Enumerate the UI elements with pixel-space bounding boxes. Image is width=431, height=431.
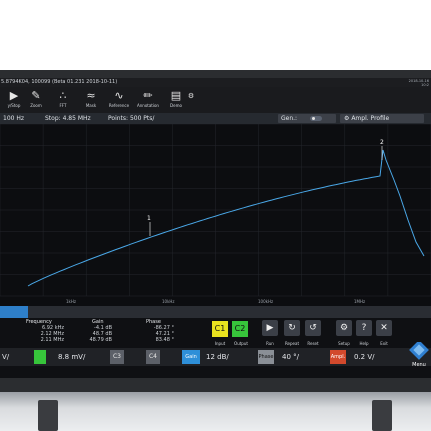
svg-text:Menu: Menu [412, 362, 426, 368]
reset-label: Reset [307, 341, 319, 346]
exit-button[interactable]: ✕ [376, 320, 392, 336]
marker-2-label: 2 [380, 139, 384, 146]
help-button[interactable]: ? [356, 320, 372, 336]
marker-result-table: Frequency Gain Phase 6.92 kHz -4.1 dB -8… [0, 318, 200, 352]
reference-button[interactable]: ∿ Reference [105, 89, 133, 111]
gear-icon: ⚙ [339, 323, 349, 333]
x-tick-label: 10kHz [162, 299, 175, 304]
result-panel-header [0, 306, 431, 318]
input-label: Input [214, 341, 226, 346]
ch2-scale[interactable]: 8.8 mV/ [58, 348, 85, 366]
setup-button[interactable]: ⚙ [336, 320, 352, 336]
fft-icon: ∴ [59, 89, 67, 102]
table-cell: 83.48 ° [155, 337, 174, 343]
c4-button[interactable]: C4 [146, 350, 160, 364]
pen-icon: ✏ [143, 89, 153, 102]
amplitude-profile-button[interactable]: ⚙ Ampl. Profile [340, 114, 424, 123]
datetime: 2018-10-16 10:2 [408, 79, 429, 87]
title-bar: 5.8794K04, 100099 (Beta 01.231 2018-10-1… [0, 78, 431, 87]
zoom-icon: ✎ [31, 89, 41, 102]
repeat-label: Repeat [284, 341, 300, 346]
input-channel-c1[interactable]: C1 [212, 321, 228, 337]
fft-button[interactable]: ∴ FFT [49, 89, 77, 111]
toolbar: ▶ y/Stop ✎ Zoom ∴ FFT ≈ Mask ∿ Reference… [0, 87, 431, 113]
repeat-button[interactable]: ↻ [284, 320, 300, 336]
x-tick-label: 100kHz [258, 299, 273, 304]
mask-button[interactable]: ≈ Mask [77, 89, 105, 111]
instrument-stand [0, 392, 431, 431]
zoom-button[interactable]: ✎ Zoom [22, 89, 50, 111]
bode-plot: 1 2 1kHz 10kHz 100kHz 1MHz [0, 123, 431, 306]
setup-label: Setup [338, 341, 350, 346]
run-button[interactable]: ▶ [262, 320, 278, 336]
output-channel-c2[interactable]: C2 [232, 321, 248, 337]
mask-icon: ≈ [86, 89, 96, 102]
table-cell: 2.11 MHz [40, 337, 64, 343]
more-button[interactable]: ⚙ [185, 89, 197, 111]
firmware-title: 5.8794K04, 100099 (Beta 01.231 2018-10-1… [1, 79, 118, 85]
repeat-icon: ↻ [288, 323, 296, 333]
channel-bar: V/ 8.8 mV/ C3 C4 Gain 12 dB/ Phase 40 °/… [0, 348, 431, 366]
phase-badge[interactable]: Phase [258, 350, 274, 364]
help-icon: ? [361, 323, 367, 333]
result-panel-tab[interactable] [0, 306, 28, 318]
ch1-scale[interactable]: V/ [2, 348, 9, 366]
sweep-info-bar: 100 Hz Stop: 4.85 MHz Points: 500 Pts/ G… [0, 113, 431, 124]
reset-icon: ↺ [309, 323, 317, 333]
ampl-scale[interactable]: 0.2 V/ [354, 348, 375, 366]
stop-frequency[interactable]: Stop: 4.85 MHz [45, 113, 91, 124]
c3-button[interactable]: C3 [110, 350, 124, 364]
toggle-switch-icon [310, 116, 322, 121]
marker-1-label: 1 [147, 215, 151, 222]
ampl-badge[interactable]: Ampl. [330, 350, 346, 364]
points-setting[interactable]: Points: 500 Pts/ [108, 113, 154, 124]
x-tick-label: 1kHz [66, 299, 76, 304]
start-frequency[interactable]: 100 Hz [3, 113, 24, 124]
output-label: Output [234, 341, 248, 346]
help-label: Help [359, 341, 369, 346]
gear-icon: ⚙ [344, 115, 350, 122]
gain-badge[interactable]: Gain [182, 350, 200, 364]
reset-button[interactable]: ↺ [305, 320, 321, 336]
left-foot [38, 400, 58, 431]
reference-icon: ∿ [114, 89, 124, 102]
exit-label: Exit [380, 341, 388, 346]
run-label: Run [266, 341, 274, 346]
close-icon: ✕ [380, 323, 388, 333]
ch2-indicator[interactable] [34, 350, 46, 364]
table-cell: 48.79 dB [89, 337, 112, 343]
play-icon: ▶ [266, 323, 274, 333]
right-foot [372, 400, 392, 431]
menu-button[interactable]: Menu [408, 340, 431, 368]
gear-icon: ⚙ [187, 92, 195, 100]
x-tick-label: 1MHz [354, 299, 365, 304]
generator-toggle[interactable]: Gen.: [278, 114, 336, 123]
oscilloscope-screen: 5.8794K04, 100099 (Beta 01.231 2018-10-1… [0, 78, 431, 378]
phase-scale[interactable]: 40 °/ [282, 348, 299, 366]
annotation-button[interactable]: ✏ Annotation [134, 89, 162, 111]
gain-scale[interactable]: 12 dB/ [206, 348, 229, 366]
rohde-schwarz-logo-icon: Menu [409, 340, 429, 368]
